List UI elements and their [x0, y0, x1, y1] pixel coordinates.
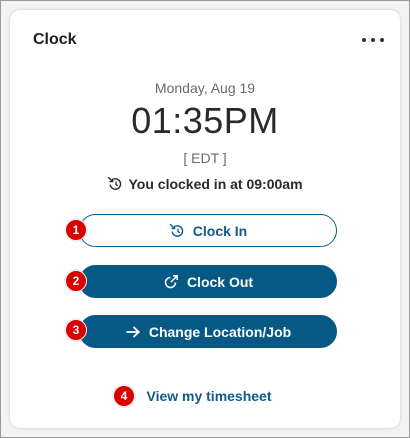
timezone-label: [ EDT ] — [183, 150, 227, 166]
more-dot — [371, 38, 375, 42]
clock-status-text: You clocked in at 09:00am — [128, 176, 303, 192]
view-timesheet-link[interactable]: View my timesheet — [10, 388, 400, 404]
clock-in-icon — [107, 176, 123, 192]
more-dot — [380, 38, 384, 42]
screenshot-frame: Clock Monday, Aug 19 01:35PM [ EDT ] You… — [0, 0, 410, 438]
clock-in-button[interactable]: Clock In — [79, 214, 337, 247]
clock-card: Clock Monday, Aug 19 01:35PM [ EDT ] You… — [10, 10, 400, 428]
callout-badge-4: 4 — [113, 385, 135, 407]
arrow-right-icon — [125, 325, 141, 339]
clock-out-label: Clock Out — [186, 273, 254, 290]
clock-in-icon — [169, 223, 185, 239]
callout-badge-1: 1 — [65, 219, 87, 241]
change-location-label: Change Location/Job — [148, 323, 292, 340]
clock-in-label: Clock In — [192, 222, 248, 239]
more-options-icon[interactable] — [362, 36, 384, 44]
callout-badge-3: 3 — [65, 319, 87, 341]
clock-status: You clocked in at 09:00am — [10, 176, 400, 192]
card-title: Clock — [33, 31, 77, 48]
more-dot — [362, 38, 366, 42]
current-time: 01:35PM — [131, 100, 279, 141]
change-location-button[interactable]: Change Location/Job — [79, 315, 337, 348]
clock-out-button[interactable]: Clock Out — [79, 265, 337, 298]
view-timesheet-label: View my timesheet — [146, 388, 272, 404]
callout-badge-2: 2 — [65, 270, 87, 292]
external-link-icon — [163, 274, 179, 290]
current-date: Monday, Aug 19 — [154, 80, 256, 96]
